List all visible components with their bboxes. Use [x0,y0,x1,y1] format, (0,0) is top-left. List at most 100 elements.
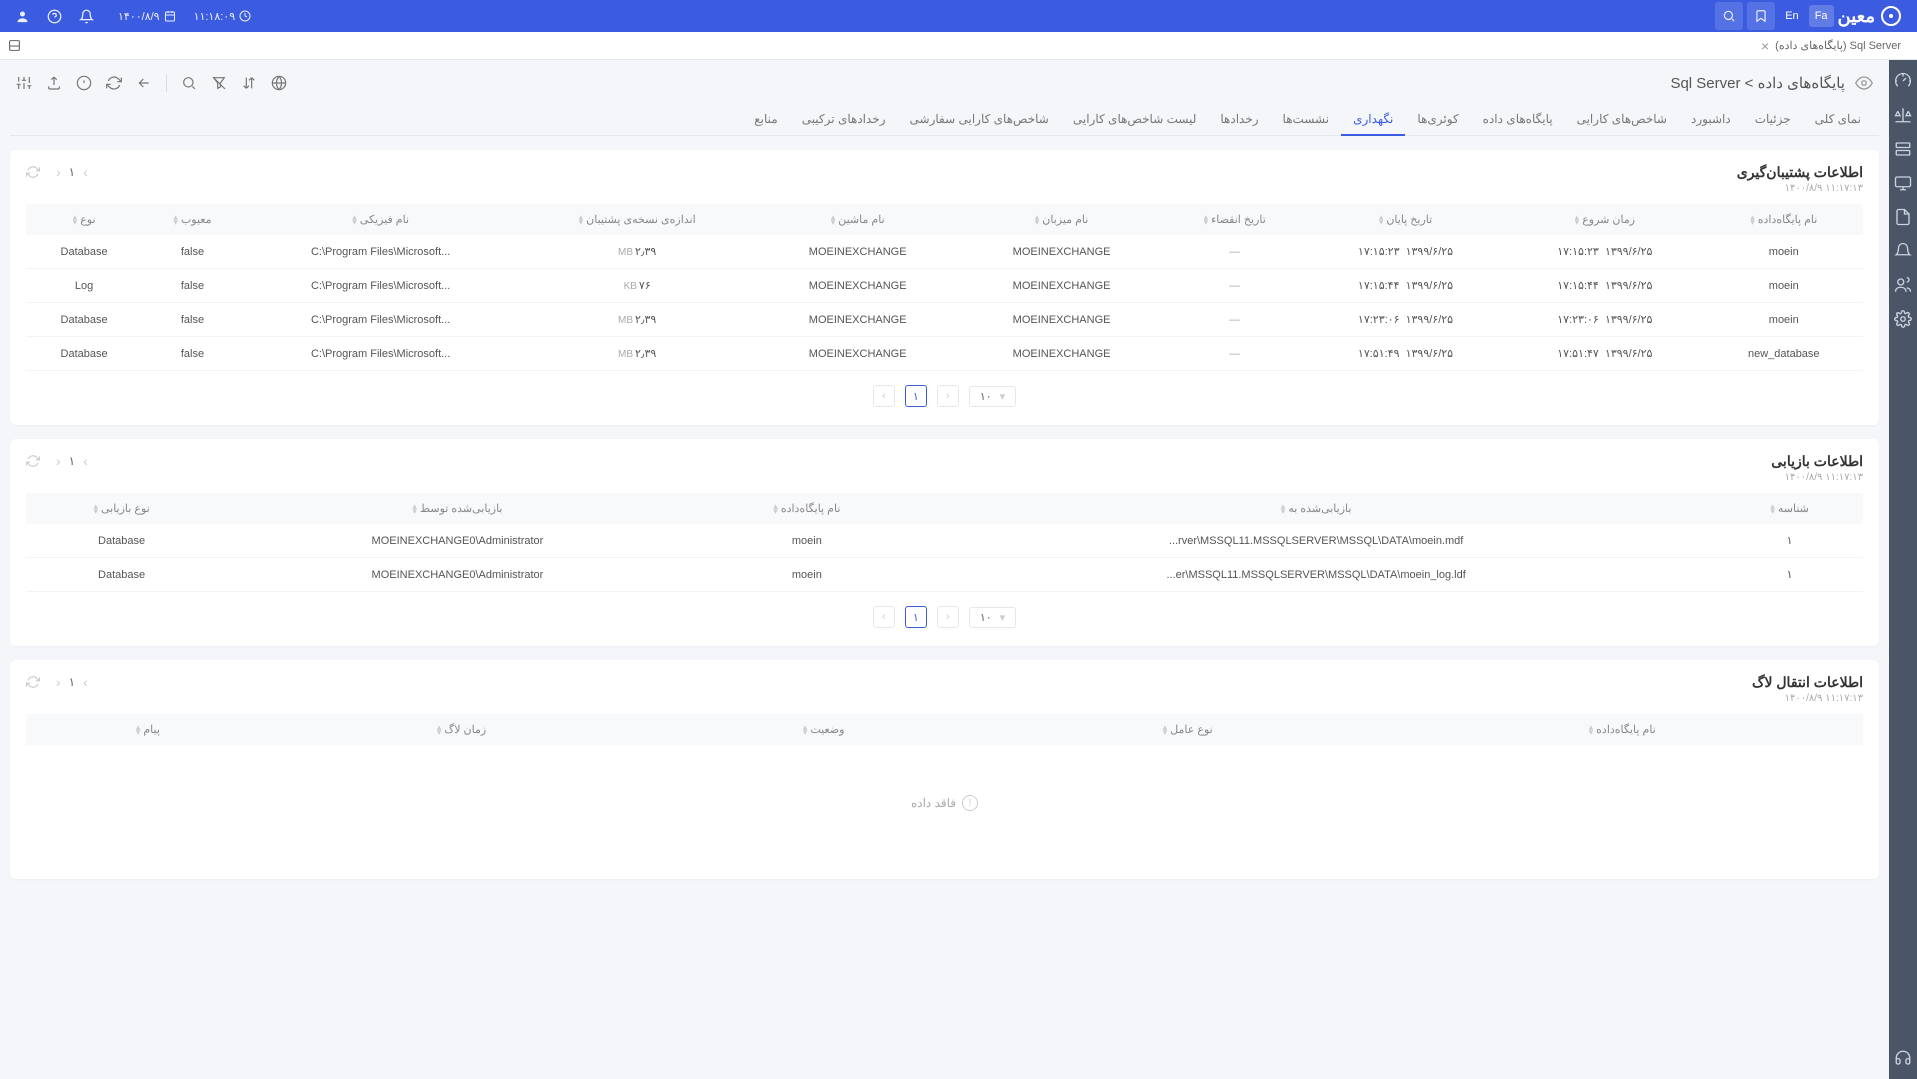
tab-10[interactable]: شاخص‌های کارایی سفارشی [898,104,1061,135]
support-icon[interactable] [1894,1049,1912,1067]
page-size-select[interactable]: ۱۰ ▾ [969,607,1016,628]
dock-icon[interactable] [8,39,21,52]
chevron-left-icon[interactable]: ‹ [56,674,61,690]
scale-icon[interactable] [1894,106,1912,124]
tab-12[interactable]: منابع [742,104,789,135]
column-header[interactable]: نام میزبان▴▾ [960,204,1164,235]
bell-icon[interactable] [72,2,100,30]
table-row[interactable]: new_database۱۳۹۹/۶/۲۵ ۱۷:۵۱:۴۷۱۳۹۹/۶/۲۵ … [26,337,1863,371]
close-icon[interactable]: × [1761,38,1769,54]
panel-page-number: ۱ [69,165,75,179]
tab-4[interactable]: پایگاه‌های داده [1471,104,1565,135]
column-header[interactable]: پیام▴▾ [26,714,270,745]
document-icon[interactable] [1894,208,1912,226]
refresh-panel-icon[interactable] [26,454,40,468]
globe-icon[interactable] [271,75,287,91]
page-1-button[interactable]: ۱ [905,385,927,407]
tab-0[interactable]: نمای کلی [1803,104,1873,135]
column-header[interactable]: وضعیت▴▾ [653,714,994,745]
sort-icon[interactable] [241,75,257,91]
column-header[interactable]: تاریخ پایان▴▾ [1306,204,1505,235]
refresh-panel-icon[interactable] [26,165,40,179]
chevron-right-icon[interactable]: › [83,453,88,469]
tab-5[interactable]: کوئری‌ها [1405,104,1470,135]
column-header[interactable]: نام پایگاه‌داده▴▾ [698,493,916,524]
page-prev-button[interactable]: ‹ [873,385,895,407]
warning-icon[interactable] [76,75,92,91]
page-toolbar [16,74,287,92]
table-row[interactable]: moein۱۳۹۹/۶/۲۵ ۱۷:۲۳:۰۶۱۳۹۹/۶/۲۵ ۱۷:۲۳:۰… [26,303,1863,337]
page-next-button[interactable]: › [937,606,959,628]
brand-text: معین [1838,6,1875,27]
eye-icon [1855,74,1873,92]
gear-icon[interactable] [1894,310,1912,328]
export-icon[interactable] [46,75,62,91]
panel-logship-timestamp: ۱۱:۱۷:۱۳ ۱۴۰۰/۸/۹ [1752,693,1863,704]
tab-6[interactable]: نگهداری [1341,104,1405,136]
tab-label: Sql Server (پایگاه‌های داده) [1775,39,1901,52]
user-icon[interactable] [8,2,36,30]
breadcrumb: پایگاه‌های داده > Sql Server [1670,74,1845,92]
chevron-right-icon[interactable]: › [83,674,88,690]
chevron-left-icon[interactable]: ‹ [56,453,61,469]
alert-bell-icon[interactable] [1894,242,1912,260]
panel-logship: اطلاعات انتقال لاگ ۱۱:۱۷:۱۳ ۱۴۰۰/۸/۹ › ۱… [10,660,1879,879]
column-header[interactable]: نوع عامل▴▾ [994,714,1381,745]
empty-text: فاقد داده [911,796,956,810]
panel-page-number: ۱ [69,675,75,689]
bookmark-icon[interactable] [1747,2,1775,30]
chevron-left-icon[interactable]: ‹ [56,164,61,180]
server-icon[interactable] [1894,140,1912,158]
column-header[interactable]: نام پایگاه‌داده▴▾ [1381,714,1863,745]
table-row[interactable]: ۱...rver\MSSQL11.MSSQLSERVER\MSSQL\DATA\… [26,524,1863,558]
column-header[interactable]: بازیابی‌شده توسط▴▾ [217,493,698,524]
lang-fa-button[interactable]: Fa [1809,5,1834,27]
column-header[interactable]: اندازه‌ی نسخه‌ی پشتیبان▴▾ [519,204,756,235]
column-header[interactable]: تاریخ انقضاء▴▾ [1164,204,1306,235]
help-icon[interactable] [40,2,68,30]
tab-11[interactable]: رخدادهای ترکیبی [790,104,898,135]
column-header[interactable]: زمان لاگ▴▾ [270,714,653,745]
table-row[interactable]: ۱...er\MSSQL11.MSSQLSERVER\MSSQL\DATA\mo… [26,558,1863,592]
page-1-button[interactable]: ۱ [905,606,927,628]
column-header[interactable]: نام ماشین▴▾ [756,204,960,235]
refresh-icon[interactable] [106,75,122,91]
tab-1[interactable]: جزئیات [1743,104,1803,135]
tab-7[interactable]: نشست‌ها [1271,104,1342,135]
search-icon[interactable] [1715,2,1743,30]
tab-9[interactable]: لیست شاخص‌های کارایی [1061,104,1208,135]
open-tab[interactable]: Sql Server (پایگاه‌های داده) × [1753,38,1909,54]
column-header[interactable]: نام فیزیکی▴▾ [243,204,519,235]
column-header[interactable]: زمان شروع▴▾ [1505,204,1704,235]
tab-strip: Sql Server (پایگاه‌های داده) × [0,32,1917,60]
main-tabs: نمای کلیجزئیاتداشبوردشاخص‌های کاراییپایگ… [10,104,1879,136]
search-toolbar-icon[interactable] [181,75,197,91]
column-header[interactable]: شناسه▴▾ [1716,493,1863,524]
table-row[interactable]: moein۱۳۹۹/۶/۲۵ ۱۷:۱۵:۲۳۱۳۹۹/۶/۲۵ ۱۷:۱۵:۲… [26,235,1863,269]
tab-3[interactable]: شاخص‌های کارایی [1565,104,1679,135]
panel-backup-timestamp: ۱۱:۱۷:۱۳ ۱۴۰۰/۸/۹ [1737,183,1863,194]
gauge-icon[interactable] [1894,72,1912,90]
column-header[interactable]: معیوب▴▾ [142,204,243,235]
column-header[interactable]: بازیابی‌شده به▴▾ [916,493,1716,524]
arrow-left-icon[interactable] [136,75,152,91]
empty-state: ! فاقد داده [26,745,1863,861]
refresh-panel-icon[interactable] [26,675,40,689]
chevron-right-icon[interactable]: › [83,164,88,180]
page-next-button[interactable]: › [937,385,959,407]
page-size-select[interactable]: ۱۰ ▾ [969,386,1016,407]
panel-restore: اطلاعات بازیابی ۱۱:۱۷:۱۳ ۱۴۰۰/۸/۹ › ۱ ‹ … [10,439,1879,646]
users-icon[interactable] [1894,276,1912,294]
adjust-icon[interactable] [16,75,32,91]
lang-en-button[interactable]: En [1779,5,1804,27]
column-header[interactable]: نام پایگاه‌داده▴▾ [1705,204,1863,235]
tab-2[interactable]: داشبورد [1679,104,1743,135]
column-header[interactable]: نوع▴▾ [26,204,142,235]
filter-off-icon[interactable] [211,75,227,91]
tab-8[interactable]: رخدادها [1208,104,1270,135]
page-prev-button[interactable]: ‹ [873,606,895,628]
column-header[interactable]: نوع بازیابی▴▾ [26,493,217,524]
chevron-down-icon: ▾ [1000,390,1006,403]
monitor-icon[interactable] [1894,174,1912,192]
table-row[interactable]: moein۱۳۹۹/۶/۲۵ ۱۷:۱۵:۴۴۱۳۹۹/۶/۲۵ ۱۷:۱۵:۴… [26,269,1863,303]
